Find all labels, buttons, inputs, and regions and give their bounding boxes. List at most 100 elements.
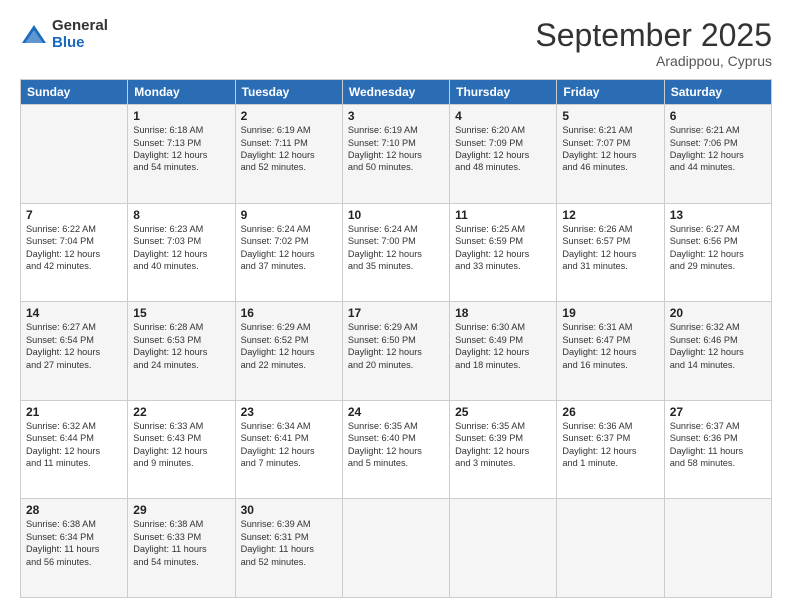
day-cell — [557, 499, 664, 598]
day-number: 17 — [348, 306, 444, 320]
day-info: Sunrise: 6:39 AM Sunset: 6:31 PM Dayligh… — [241, 518, 337, 568]
day-info: Sunrise: 6:18 AM Sunset: 7:13 PM Dayligh… — [133, 124, 229, 174]
day-cell: 28Sunrise: 6:38 AM Sunset: 6:34 PM Dayli… — [21, 499, 128, 598]
day-cell: 7Sunrise: 6:22 AM Sunset: 7:04 PM Daylig… — [21, 203, 128, 302]
day-number: 28 — [26, 503, 122, 517]
day-info: Sunrise: 6:38 AM Sunset: 6:33 PM Dayligh… — [133, 518, 229, 568]
day-number: 5 — [562, 109, 658, 123]
logo-general: General — [52, 18, 108, 35]
day-info: Sunrise: 6:24 AM Sunset: 7:00 PM Dayligh… — [348, 223, 444, 273]
header-cell-thursday: Thursday — [450, 80, 557, 105]
day-cell: 10Sunrise: 6:24 AM Sunset: 7:00 PM Dayli… — [342, 203, 449, 302]
day-number: 4 — [455, 109, 551, 123]
day-info: Sunrise: 6:35 AM Sunset: 6:40 PM Dayligh… — [348, 420, 444, 470]
day-number: 16 — [241, 306, 337, 320]
day-number: 26 — [562, 405, 658, 419]
day-cell: 14Sunrise: 6:27 AM Sunset: 6:54 PM Dayli… — [21, 302, 128, 401]
day-cell — [450, 499, 557, 598]
day-cell: 13Sunrise: 6:27 AM Sunset: 6:56 PM Dayli… — [664, 203, 771, 302]
day-info: Sunrise: 6:33 AM Sunset: 6:43 PM Dayligh… — [133, 420, 229, 470]
week-row-2: 14Sunrise: 6:27 AM Sunset: 6:54 PM Dayli… — [21, 302, 772, 401]
day-cell: 5Sunrise: 6:21 AM Sunset: 7:07 PM Daylig… — [557, 105, 664, 204]
day-cell: 3Sunrise: 6:19 AM Sunset: 7:10 PM Daylig… — [342, 105, 449, 204]
day-cell: 30Sunrise: 6:39 AM Sunset: 6:31 PM Dayli… — [235, 499, 342, 598]
day-number: 10 — [348, 208, 444, 222]
logo: General Blue — [20, 18, 108, 51]
day-number: 23 — [241, 405, 337, 419]
day-cell: 29Sunrise: 6:38 AM Sunset: 6:33 PM Dayli… — [128, 499, 235, 598]
day-info: Sunrise: 6:19 AM Sunset: 7:10 PM Dayligh… — [348, 124, 444, 174]
day-number: 20 — [670, 306, 766, 320]
day-cell — [342, 499, 449, 598]
day-info: Sunrise: 6:38 AM Sunset: 6:34 PM Dayligh… — [26, 518, 122, 568]
day-info: Sunrise: 6:31 AM Sunset: 6:47 PM Dayligh… — [562, 321, 658, 371]
day-cell: 1Sunrise: 6:18 AM Sunset: 7:13 PM Daylig… — [128, 105, 235, 204]
day-number: 13 — [670, 208, 766, 222]
day-number: 24 — [348, 405, 444, 419]
day-info: Sunrise: 6:29 AM Sunset: 6:50 PM Dayligh… — [348, 321, 444, 371]
header-row: SundayMondayTuesdayWednesdayThursdayFrid… — [21, 80, 772, 105]
day-number: 9 — [241, 208, 337, 222]
day-number: 6 — [670, 109, 766, 123]
day-cell: 15Sunrise: 6:28 AM Sunset: 6:53 PM Dayli… — [128, 302, 235, 401]
day-cell: 26Sunrise: 6:36 AM Sunset: 6:37 PM Dayli… — [557, 400, 664, 499]
day-number: 1 — [133, 109, 229, 123]
day-number: 11 — [455, 208, 551, 222]
day-number: 3 — [348, 109, 444, 123]
day-info: Sunrise: 6:30 AM Sunset: 6:49 PM Dayligh… — [455, 321, 551, 371]
page: General Blue September 2025 Aradippou, C… — [0, 0, 792, 612]
day-cell: 22Sunrise: 6:33 AM Sunset: 6:43 PM Dayli… — [128, 400, 235, 499]
day-info: Sunrise: 6:37 AM Sunset: 6:36 PM Dayligh… — [670, 420, 766, 470]
header-cell-monday: Monday — [128, 80, 235, 105]
day-cell: 12Sunrise: 6:26 AM Sunset: 6:57 PM Dayli… — [557, 203, 664, 302]
day-info: Sunrise: 6:35 AM Sunset: 6:39 PM Dayligh… — [455, 420, 551, 470]
day-info: Sunrise: 6:24 AM Sunset: 7:02 PM Dayligh… — [241, 223, 337, 273]
day-number: 8 — [133, 208, 229, 222]
day-info: Sunrise: 6:21 AM Sunset: 7:07 PM Dayligh… — [562, 124, 658, 174]
header: General Blue September 2025 Aradippou, C… — [20, 18, 772, 69]
day-number: 2 — [241, 109, 337, 123]
day-cell — [21, 105, 128, 204]
day-number: 7 — [26, 208, 122, 222]
day-number: 25 — [455, 405, 551, 419]
header-cell-friday: Friday — [557, 80, 664, 105]
day-info: Sunrise: 6:27 AM Sunset: 6:56 PM Dayligh… — [670, 223, 766, 273]
logo-icon — [20, 21, 48, 49]
day-info: Sunrise: 6:28 AM Sunset: 6:53 PM Dayligh… — [133, 321, 229, 371]
day-info: Sunrise: 6:32 AM Sunset: 6:44 PM Dayligh… — [26, 420, 122, 470]
week-row-1: 7Sunrise: 6:22 AM Sunset: 7:04 PM Daylig… — [21, 203, 772, 302]
day-info: Sunrise: 6:27 AM Sunset: 6:54 PM Dayligh… — [26, 321, 122, 371]
day-cell: 11Sunrise: 6:25 AM Sunset: 6:59 PM Dayli… — [450, 203, 557, 302]
day-number: 29 — [133, 503, 229, 517]
day-info: Sunrise: 6:20 AM Sunset: 7:09 PM Dayligh… — [455, 124, 551, 174]
day-info: Sunrise: 6:25 AM Sunset: 6:59 PM Dayligh… — [455, 223, 551, 273]
header-cell-saturday: Saturday — [664, 80, 771, 105]
day-number: 15 — [133, 306, 229, 320]
day-number: 30 — [241, 503, 337, 517]
day-cell: 17Sunrise: 6:29 AM Sunset: 6:50 PM Dayli… — [342, 302, 449, 401]
day-number: 22 — [133, 405, 229, 419]
day-cell: 24Sunrise: 6:35 AM Sunset: 6:40 PM Dayli… — [342, 400, 449, 499]
logo-text: General Blue — [52, 18, 108, 51]
header-cell-sunday: Sunday — [21, 80, 128, 105]
day-number: 19 — [562, 306, 658, 320]
day-info: Sunrise: 6:26 AM Sunset: 6:57 PM Dayligh… — [562, 223, 658, 273]
day-info: Sunrise: 6:36 AM Sunset: 6:37 PM Dayligh… — [562, 420, 658, 470]
subtitle: Aradippou, Cyprus — [535, 53, 772, 69]
day-cell: 25Sunrise: 6:35 AM Sunset: 6:39 PM Dayli… — [450, 400, 557, 499]
day-info: Sunrise: 6:19 AM Sunset: 7:11 PM Dayligh… — [241, 124, 337, 174]
week-row-4: 28Sunrise: 6:38 AM Sunset: 6:34 PM Dayli… — [21, 499, 772, 598]
day-cell: 27Sunrise: 6:37 AM Sunset: 6:36 PM Dayli… — [664, 400, 771, 499]
day-info: Sunrise: 6:34 AM Sunset: 6:41 PM Dayligh… — [241, 420, 337, 470]
day-number: 14 — [26, 306, 122, 320]
day-cell: 20Sunrise: 6:32 AM Sunset: 6:46 PM Dayli… — [664, 302, 771, 401]
day-cell: 21Sunrise: 6:32 AM Sunset: 6:44 PM Dayli… — [21, 400, 128, 499]
day-cell: 8Sunrise: 6:23 AM Sunset: 7:03 PM Daylig… — [128, 203, 235, 302]
day-number: 21 — [26, 405, 122, 419]
day-number: 18 — [455, 306, 551, 320]
header-cell-wednesday: Wednesday — [342, 80, 449, 105]
day-cell: 23Sunrise: 6:34 AM Sunset: 6:41 PM Dayli… — [235, 400, 342, 499]
week-row-0: 1Sunrise: 6:18 AM Sunset: 7:13 PM Daylig… — [21, 105, 772, 204]
day-info: Sunrise: 6:32 AM Sunset: 6:46 PM Dayligh… — [670, 321, 766, 371]
day-cell: 18Sunrise: 6:30 AM Sunset: 6:49 PM Dayli… — [450, 302, 557, 401]
